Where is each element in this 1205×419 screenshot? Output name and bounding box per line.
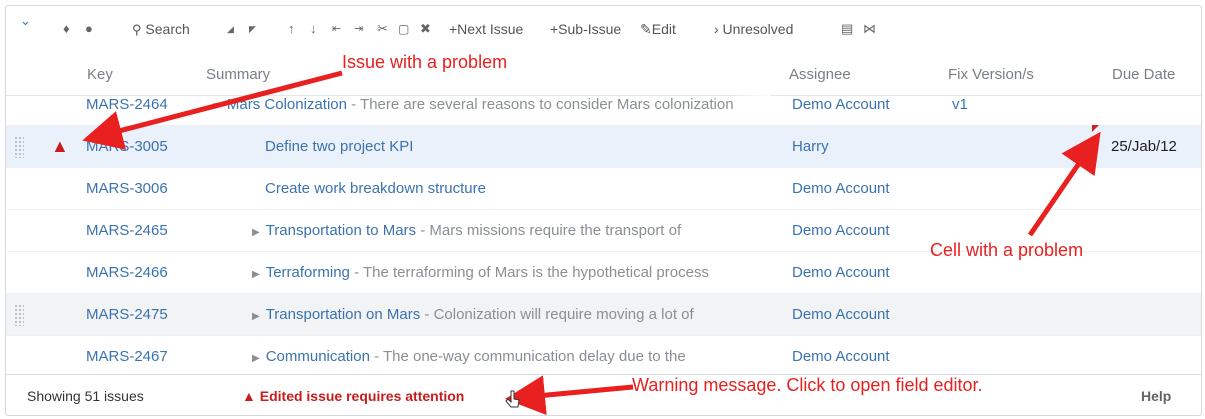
arrow-issue-problem [82, 70, 343, 150]
annotation-arrows [82, 70, 1101, 416]
annotation-cell-problem: Cell with a problem [930, 240, 1084, 260]
arrow-cell-problem [1027, 131, 1101, 237]
mouse-cursor-icon [505, 390, 520, 408]
annotation-issue-problem: Issue with a problem [342, 52, 508, 72]
annotation-warning-message: Warning message. Click to open field edi… [632, 375, 983, 395]
arrow-warning-message [505, 375, 634, 416]
